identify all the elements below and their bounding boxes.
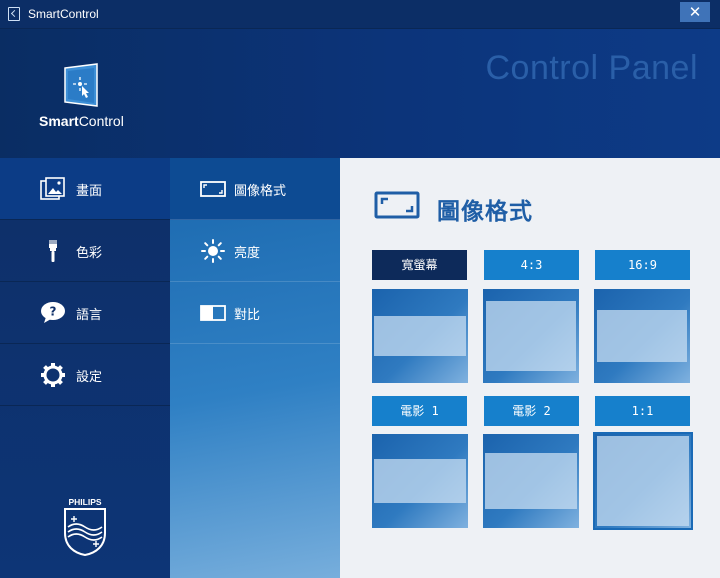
format-preview-1-1[interactable]: [593, 432, 693, 530]
gear-icon: [41, 363, 65, 387]
main-panel: 圖像格式 寬螢幕 4:3 16:9 電影 1 電影 2 1:1: [340, 158, 720, 578]
contrast-icon: [200, 305, 226, 321]
app-icon: [8, 7, 20, 21]
sun-icon: [201, 239, 225, 263]
format-button-4-3[interactable]: 4:3: [484, 250, 579, 280]
submenu-item-label: 亮度: [234, 246, 261, 261]
smartcontrol-logo-icon: [64, 63, 98, 107]
window-title: SmartControl: [28, 7, 99, 21]
format-preview-widescreen[interactable]: [372, 289, 468, 383]
title-bar: SmartControl ✕: [0, 0, 720, 29]
speech-bubble-icon: ?: [41, 302, 65, 323]
smartcontrol-window: SmartControl ✕ SmartControl Control Pane…: [0, 0, 720, 578]
sidebar-item-settings[interactable]: 設定: [0, 344, 170, 406]
format-button-movie-2[interactable]: 電影 2: [484, 396, 579, 426]
format-button-1-1[interactable]: 1:1: [595, 396, 690, 426]
aspect-ratio-icon: [374, 191, 420, 219]
sidebar-item-color[interactable]: 色彩: [0, 220, 170, 282]
smartcontrol-logo-text: SmartControl: [39, 113, 124, 129]
control-panel-title: Control Panel: [485, 49, 698, 87]
format-button-movie-1[interactable]: 電影 1: [372, 396, 467, 426]
sidebar-item-label: 畫面: [76, 184, 103, 199]
sidebar-item-display[interactable]: 畫面: [0, 158, 170, 220]
submenu-item-label: 對比: [234, 308, 261, 323]
format-preview-movie-1[interactable]: [372, 434, 468, 528]
submenu-item-label: 圖像格式: [234, 184, 287, 199]
sidebar-item-label: 語言: [76, 308, 103, 323]
format-preview-movie-2[interactable]: [483, 434, 579, 528]
svg-text:?: ?: [50, 305, 57, 319]
page-title: 圖像格式: [437, 199, 533, 225]
format-preview-4-3[interactable]: [483, 289, 579, 383]
sidebar: 畫面 色彩 ? 語言 設定 PHILIPS: [0, 158, 170, 578]
format-button-16-9[interactable]: 16:9: [595, 250, 690, 280]
sidebar-item-language[interactable]: ? 語言: [0, 282, 170, 344]
picture-icon: [40, 177, 65, 200]
brush-icon: [49, 240, 57, 262]
header: SmartControl Control Panel: [0, 29, 720, 158]
format-preview-16-9[interactable]: [594, 289, 690, 383]
submenu-item-brightness[interactable]: 亮度: [170, 220, 340, 282]
philips-logo-icon: PHILIPS: [64, 497, 106, 556]
sidebar-item-label: 色彩: [76, 246, 103, 261]
format-button-widescreen[interactable]: 寬螢幕: [372, 250, 467, 280]
submenu-item-contrast[interactable]: 對比: [170, 282, 340, 344]
sidebar-item-label: 設定: [76, 370, 103, 385]
svg-text:PHILIPS: PHILIPS: [68, 497, 101, 507]
aspect-ratio-icon: [200, 181, 226, 197]
submenu: 圖像格式 亮度 對比: [170, 158, 340, 578]
close-button[interactable]: ✕: [680, 2, 710, 22]
submenu-item-picture-format[interactable]: 圖像格式: [170, 158, 340, 220]
